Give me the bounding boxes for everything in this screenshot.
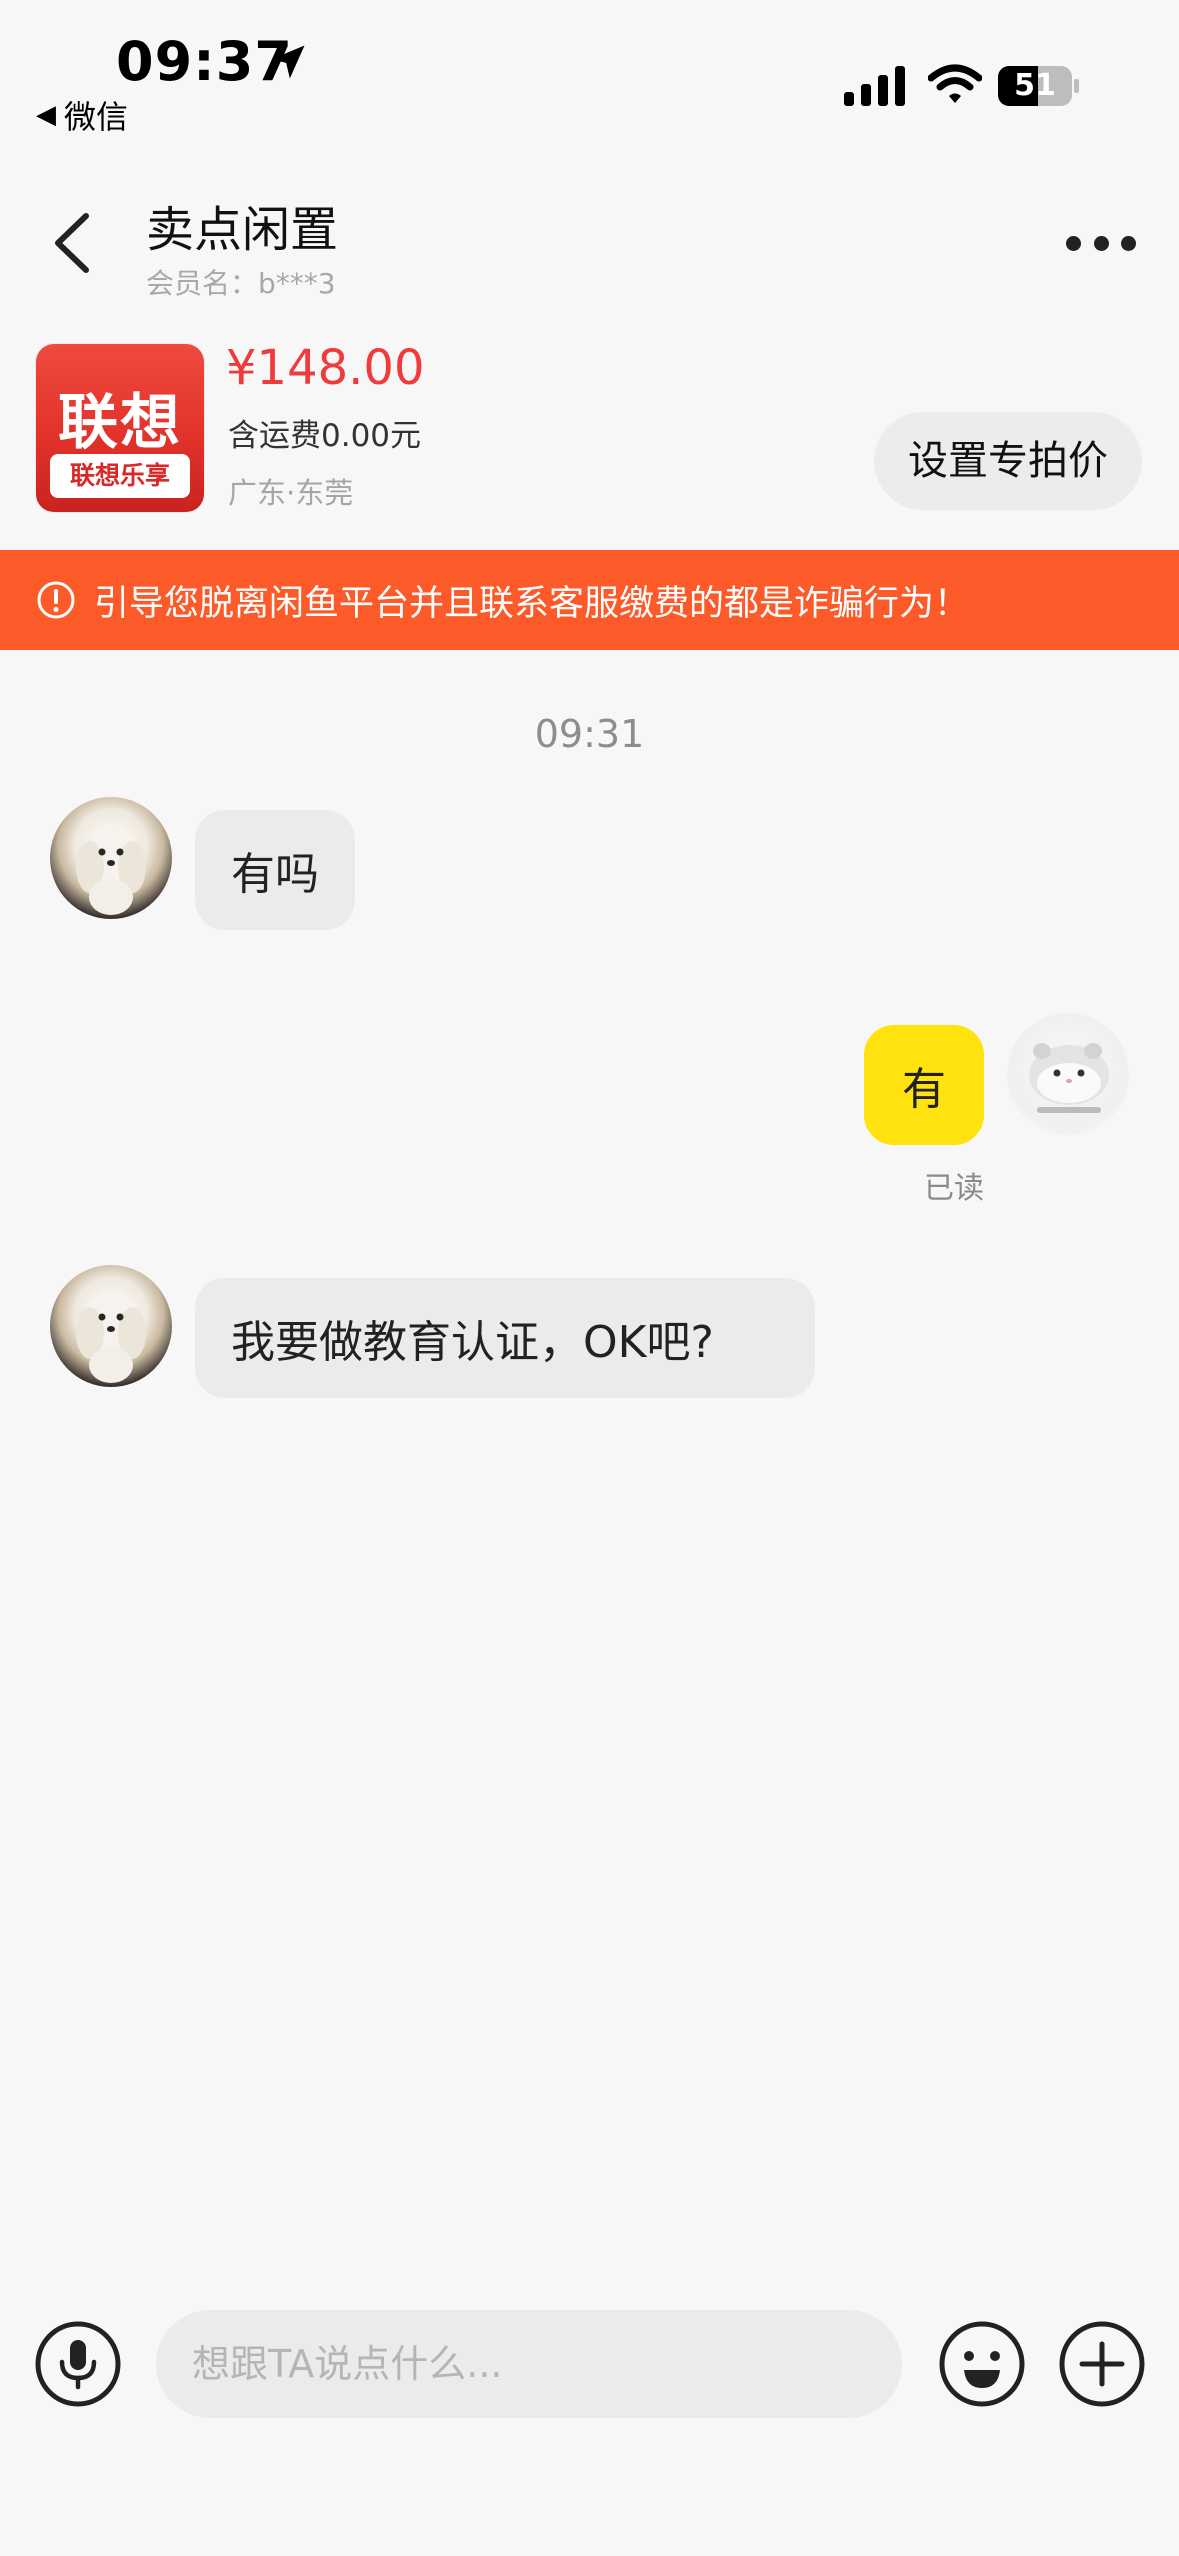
back-app-label: 微信 xyxy=(64,98,129,136)
member-name: 会员名：b***3 xyxy=(146,267,336,300)
hamster-avatar-image xyxy=(1029,1043,1109,1113)
seller-avatar[interactable] xyxy=(50,1265,172,1387)
back-chevron-icon[interactable] xyxy=(50,212,96,274)
read-status: 已读 xyxy=(924,1171,984,1206)
warning-circle-icon xyxy=(37,581,75,619)
product-thumbnail[interactable]: 联想 联想乐享 xyxy=(36,344,204,512)
seller-avatar[interactable] xyxy=(50,797,172,919)
message-input-placeholder: 想跟TA说点什么... xyxy=(192,2342,503,2386)
message-text: 我要做教育认证，OK吧? xyxy=(231,1317,714,1368)
message-bubble-incoming[interactable]: 有吗 xyxy=(195,810,355,930)
location-arrow-icon xyxy=(271,45,305,79)
emoji-icon[interactable] xyxy=(938,2320,1026,2408)
chat-timestamp: 09:31 xyxy=(534,712,645,756)
message-bubble-outgoing[interactable]: 有 xyxy=(864,1025,984,1145)
fraud-warning-banner: 引导您脱离闲鱼平台并且联系客服缴费的都是诈骗行为！ xyxy=(0,550,1179,650)
product-price: ¥148.00 xyxy=(226,340,425,396)
warning-text: 引导您脱离闲鱼平台并且联系客服缴费的都是诈骗行为！ xyxy=(94,583,970,624)
my-avatar[interactable] xyxy=(1007,1013,1129,1135)
product-brand-text: 联想 xyxy=(58,388,182,458)
message-bubble-incoming[interactable]: 我要做教育认证，OK吧? xyxy=(195,1278,815,1398)
back-to-app[interactable]: ◀ 微信 xyxy=(36,92,128,138)
set-special-price-button[interactable]: 设置专拍价 xyxy=(874,412,1142,510)
back-triangle-icon: ◀ xyxy=(36,100,56,130)
voice-input-icon[interactable] xyxy=(34,2320,122,2408)
cellular-signal-icon xyxy=(844,66,905,106)
dog-avatar-image xyxy=(76,1289,146,1383)
dog-avatar-image xyxy=(76,823,146,915)
message-text: 有吗 xyxy=(231,849,319,900)
product-location: 广东·东莞 xyxy=(228,476,354,510)
chat-title: 卖点闲置 xyxy=(146,202,339,258)
product-tag-text: 联想乐享 xyxy=(50,454,190,498)
wifi-icon xyxy=(928,64,982,103)
message-input[interactable]: 想跟TA说点什么... xyxy=(156,2310,902,2418)
battery-indicator: 51 xyxy=(998,66,1080,106)
shipping-fee: 含运费0.00元 xyxy=(228,418,422,454)
battery-level: 51 xyxy=(1014,68,1056,103)
message-text: 有 xyxy=(902,1064,946,1115)
more-options-icon[interactable] xyxy=(1066,232,1136,254)
add-more-icon[interactable] xyxy=(1058,2320,1146,2408)
